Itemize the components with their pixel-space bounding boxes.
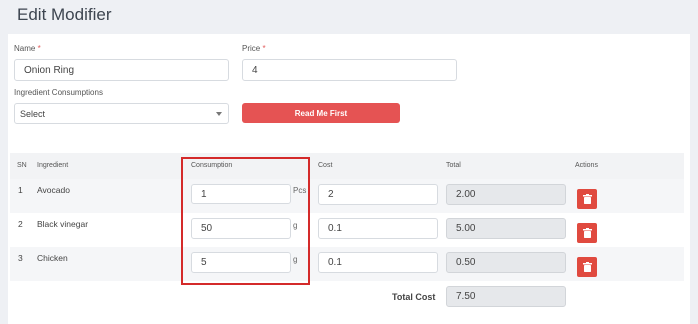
delete-button[interactable] <box>577 223 597 243</box>
name-label-text: Name <box>14 44 36 53</box>
name-input-value: Onion Ring <box>24 64 75 76</box>
header-cost: Cost <box>318 162 333 169</box>
price-label: Price * <box>242 44 266 53</box>
total-field: 5.00 <box>446 218 566 239</box>
row-sn: 1 <box>18 185 23 195</box>
total-value: 5.00 <box>456 223 476 234</box>
row-ingredient: Chicken <box>37 253 68 263</box>
row-ingredient: Black vinegar <box>37 219 89 229</box>
page-title: Edit Modifier <box>17 5 112 24</box>
name-label: Name * <box>14 44 41 53</box>
header-sn: SN <box>17 162 27 169</box>
ingredient-consumptions-label: Ingredient Consumptions <box>14 88 103 97</box>
consumption-highlight-box <box>181 157 310 285</box>
ingredient-select[interactable]: Select <box>14 103 229 124</box>
total-cost-value: 7.50 <box>456 291 476 302</box>
chevron-down-icon <box>216 111 222 116</box>
cost-input[interactable]: 0.1 <box>318 252 438 273</box>
total-field: 0.50 <box>446 252 566 273</box>
row-ingredient: Avocado <box>37 185 70 195</box>
trash-icon <box>582 228 592 238</box>
total-value: 0.50 <box>456 257 476 268</box>
trash-icon <box>582 194 592 204</box>
cost-input[interactable]: 2 <box>318 184 438 205</box>
delete-button[interactable] <box>577 257 597 277</box>
delete-button[interactable] <box>577 189 597 209</box>
cost-value: 2 <box>328 189 334 200</box>
price-input[interactable]: 4 <box>242 59 457 81</box>
trash-icon <box>582 262 592 272</box>
price-input-value: 4 <box>252 64 258 76</box>
header-total: Total <box>446 162 461 169</box>
total-field: 2.00 <box>446 184 566 205</box>
price-label-text: Price <box>242 44 261 53</box>
total-cost-label: Total Cost <box>392 292 436 302</box>
total-cost-field: 7.50 <box>446 286 566 307</box>
header-actions: Actions <box>575 162 598 169</box>
row-sn: 3 <box>18 253 23 263</box>
ingredient-select-value: Select <box>20 108 46 119</box>
cost-value: 0.1 <box>328 223 342 234</box>
row-sn: 2 <box>18 219 23 229</box>
required-mark: * <box>262 44 266 53</box>
required-mark: * <box>37 44 41 53</box>
name-input[interactable]: Onion Ring <box>14 59 229 81</box>
total-value: 2.00 <box>456 189 476 200</box>
cost-value: 0.1 <box>328 257 342 268</box>
read-me-first-button[interactable]: Read Me First <box>242 103 400 123</box>
cost-input[interactable]: 0.1 <box>318 218 438 239</box>
header-ingredient: Ingredient <box>37 162 69 169</box>
